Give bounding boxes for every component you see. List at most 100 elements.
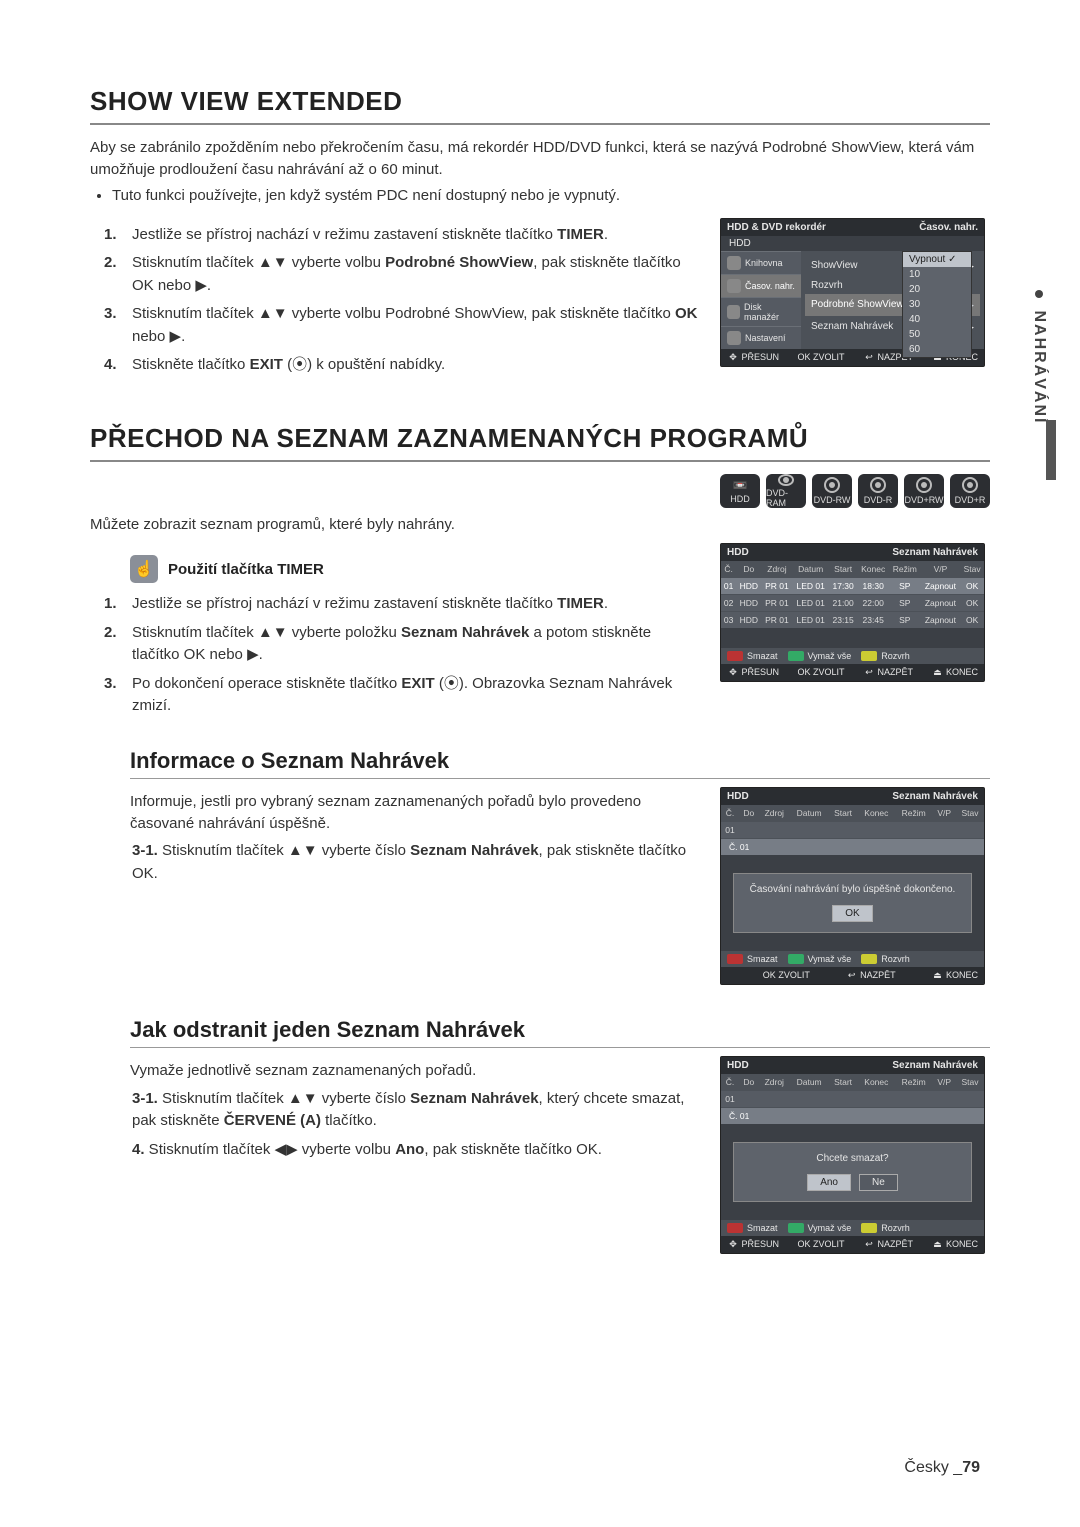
chip-dvdr: DVD-R	[858, 474, 898, 508]
ui2-lg-a: Smazat	[727, 651, 778, 661]
ui3-dialog-text: Časování nahrávání bylo úspěšně dokončen…	[740, 884, 965, 895]
ui2-row1[interactable]: 01HDDPR 01LED 0117:3018:30SPZapnoutOK	[721, 578, 984, 595]
hand-icon: ☝	[130, 555, 158, 583]
exit-icon: ⏏	[931, 1239, 943, 1250]
side-tab-dot	[1035, 290, 1043, 298]
yellow-c-icon	[861, 954, 877, 964]
footer-page: 79	[962, 1459, 980, 1476]
section2-step1: Jestliže se přístroj nachází v režimu za…	[132, 593, 700, 616]
green-b-icon	[788, 954, 804, 964]
ui1-title-right: Časov. nahr.	[919, 222, 978, 233]
ui1-titlebar: HDD & DVD rekordér Časov. nahr.	[721, 219, 984, 236]
ui2-row3[interactable]: 03HDDPR 01LED 0123:1523:45SPZapnoutOK	[721, 612, 984, 629]
section3-intro: Informuje, jestli pro vybraný seznam zaz…	[130, 791, 700, 835]
exit-icon: ⏏	[931, 667, 943, 678]
ui1-left-menu: Knihovna Časov. nahr. Disk manažér Nasta…	[721, 251, 801, 349]
ui2-footerbar: ✥ PŘESUN OK ZVOLIT ↩ NAZPĚT ⏏ KONEC	[721, 664, 984, 681]
side-stripe	[1046, 420, 1056, 480]
ui1-menu-disk[interactable]: Disk manažér	[721, 297, 801, 326]
ok-icon: OK	[797, 667, 810, 677]
red-a-icon	[727, 1223, 743, 1233]
move-icon: ✥	[727, 667, 739, 678]
section1-rule	[90, 123, 990, 125]
ui2-panel: HDD Seznam Nahrávek Č.DoZdrojDatumStartK…	[720, 543, 985, 682]
yellow-c-icon	[861, 651, 877, 661]
ui4-dialog: Chcete smazat? Ano Ne	[733, 1142, 972, 1202]
ui1-f-presun: ✥ PŘESUN	[727, 352, 779, 363]
ui4-title-right: Seznam Nahrávek	[892, 1060, 978, 1071]
ui4-dialog-text: Chcete smazat?	[740, 1153, 965, 1164]
ui2-lg-b: Vymaž vše	[788, 651, 852, 661]
section1-steps: Jestliže se přístroj nachází v režimu za…	[90, 224, 700, 377]
footer-sep: _	[953, 1459, 962, 1476]
ui1-menu-library[interactable]: Knihovna	[721, 251, 801, 274]
ui3-legend: Smazat Vymaž vše Rozvrh	[721, 951, 984, 967]
page: NAHRÁVÁNÍ SHOW VIEW EXTENDED Aby se zabr…	[0, 0, 1080, 1527]
ui1-popup-3[interactable]: 30	[903, 297, 971, 312]
folder-icon	[727, 256, 741, 270]
ui1-title-left: HDD & DVD rekordér	[727, 222, 826, 233]
ui4-footerbar: ✥ PŘESUN OK ZVOLIT ↩ NAZPĚT ⏏ KONEC	[721, 1236, 984, 1253]
ui3-title-right: Seznam Nahrávek	[892, 791, 978, 802]
ui2-f-konec: ⏏ KONEC	[931, 667, 978, 678]
ui1-popup-4[interactable]: 40	[903, 312, 971, 327]
ui3-titlebar: HDD Seznam Nahrávek	[721, 788, 984, 805]
section3-rule	[130, 778, 990, 779]
section4-step31: 3-1. Stisknutím tlačítek ▲▼ vyberte čísl…	[132, 1088, 700, 1133]
ui3-row0[interactable]: 01	[721, 821, 984, 838]
ui1-popup-2[interactable]: 20	[903, 282, 971, 297]
ui1-popup[interactable]: Vypnout ✓ 10 20 30 40 50 60	[902, 251, 972, 358]
ui2-titlebar: HDD Seznam Nahrávek	[721, 544, 984, 561]
ui1-popup-6[interactable]: 60	[903, 342, 971, 357]
back-icon: ↩	[863, 352, 875, 363]
ui4-title-left: HDD	[727, 1060, 749, 1071]
section3-steps: 3-1. Stisknutím tlačítek ▲▼ vyberte čísl…	[90, 840, 700, 885]
yellow-c-icon	[861, 1223, 877, 1233]
section3-title: Informace o Seznam Nahrávek	[130, 748, 990, 774]
ui1-f-zvolit: OK ZVOLIT	[797, 352, 844, 363]
section4-step4: 4. Stisknutím tlačítek ◀▶ vyberte volbu …	[132, 1139, 700, 1162]
page-footer: Česky _79	[904, 1459, 980, 1477]
ui3-footerbar: OK ZVOLIT ↩ NAZPĚT ⏏ KONEC	[721, 967, 984, 984]
section1-step2: Stisknutím tlačítek ▲▼ vyberte volbu Pod…	[132, 252, 700, 297]
back-icon: ↩	[863, 667, 875, 678]
ui4-no-button[interactable]: Ne	[859, 1174, 898, 1191]
chip-dvdram: DVD-RAM	[766, 474, 806, 508]
ui2-title-left: HDD	[727, 547, 749, 558]
section1-bullets: Tuto funkci používejte, jen když systém …	[90, 187, 990, 204]
chip-dvdpr: DVD+R	[950, 474, 990, 508]
ui3-dialog: Časování nahrávání bylo úspěšně dokončen…	[733, 873, 972, 933]
section4-intro: Vymaže jednotlivě seznam zaznamenaných p…	[130, 1060, 700, 1082]
media-chip-row: 📼HDD DVD-RAM DVD-RW DVD-R DVD+RW DVD+R	[90, 474, 990, 508]
section2-step3: Po dokončení operace stiskněte tlačítko …	[132, 673, 700, 718]
footer-lang: Česky	[904, 1459, 948, 1476]
ok-icon: OK	[797, 352, 810, 362]
ui4-yes-button[interactable]: Ano	[807, 1174, 851, 1191]
ui3-title-left: HDD	[727, 791, 749, 802]
ui4-titlebar: HDD Seznam Nahrávek	[721, 1057, 984, 1074]
section2-title: PŘECHOD NA SEZNAM ZAZNAMENANÝCH PROGRAMŮ	[90, 423, 990, 454]
ui1-popup-1[interactable]: 10	[903, 267, 971, 282]
ui4-row0[interactable]: 01	[721, 1090, 984, 1107]
section2-step2: Stisknutím tlačítek ▲▼ vyberte položku S…	[132, 622, 700, 667]
section4-steps: 3-1. Stisknutím tlačítek ▲▼ vyberte čísl…	[90, 1088, 700, 1162]
ui2-header-row: Č.DoZdrojDatumStartKonecRežimV/PStav	[721, 561, 984, 578]
section2-rule	[90, 460, 990, 462]
ui3-row1[interactable]: Č. 01	[721, 838, 984, 855]
ui4-row1[interactable]: Č. 01	[721, 1107, 984, 1124]
ui3-ok-button[interactable]: OK	[832, 905, 872, 922]
side-tab-label: NAHRÁVÁNÍ	[1031, 310, 1048, 424]
green-b-icon	[788, 651, 804, 661]
ui1-menu-settings[interactable]: Nastavení	[721, 326, 801, 349]
back-icon: ↩	[863, 1239, 875, 1250]
ui1-popup-0[interactable]: Vypnout ✓	[903, 252, 971, 267]
ui2-row2[interactable]: 02HDDPR 01LED 0121:0022:00SPZapnoutOK	[721, 595, 984, 612]
section3-step31: 3-1. Stisknutím tlačítek ▲▼ vyberte čísl…	[132, 840, 700, 885]
section2-steps: Jestliže se přístroj nachází v režimu za…	[90, 593, 700, 718]
ui2-title-right: Seznam Nahrávek	[892, 547, 978, 558]
section4-title: Jak odstranit jeden Seznam Nahrávek	[130, 1017, 990, 1043]
ui2-lg-c: Rozvrh	[861, 651, 910, 661]
ui1-popup-5[interactable]: 50	[903, 327, 971, 342]
section1-step4: Stiskněte tlačítko EXIT (⦿) k opuštění n…	[132, 354, 700, 377]
ui1-menu-timer[interactable]: Časov. nahr.	[721, 274, 801, 297]
